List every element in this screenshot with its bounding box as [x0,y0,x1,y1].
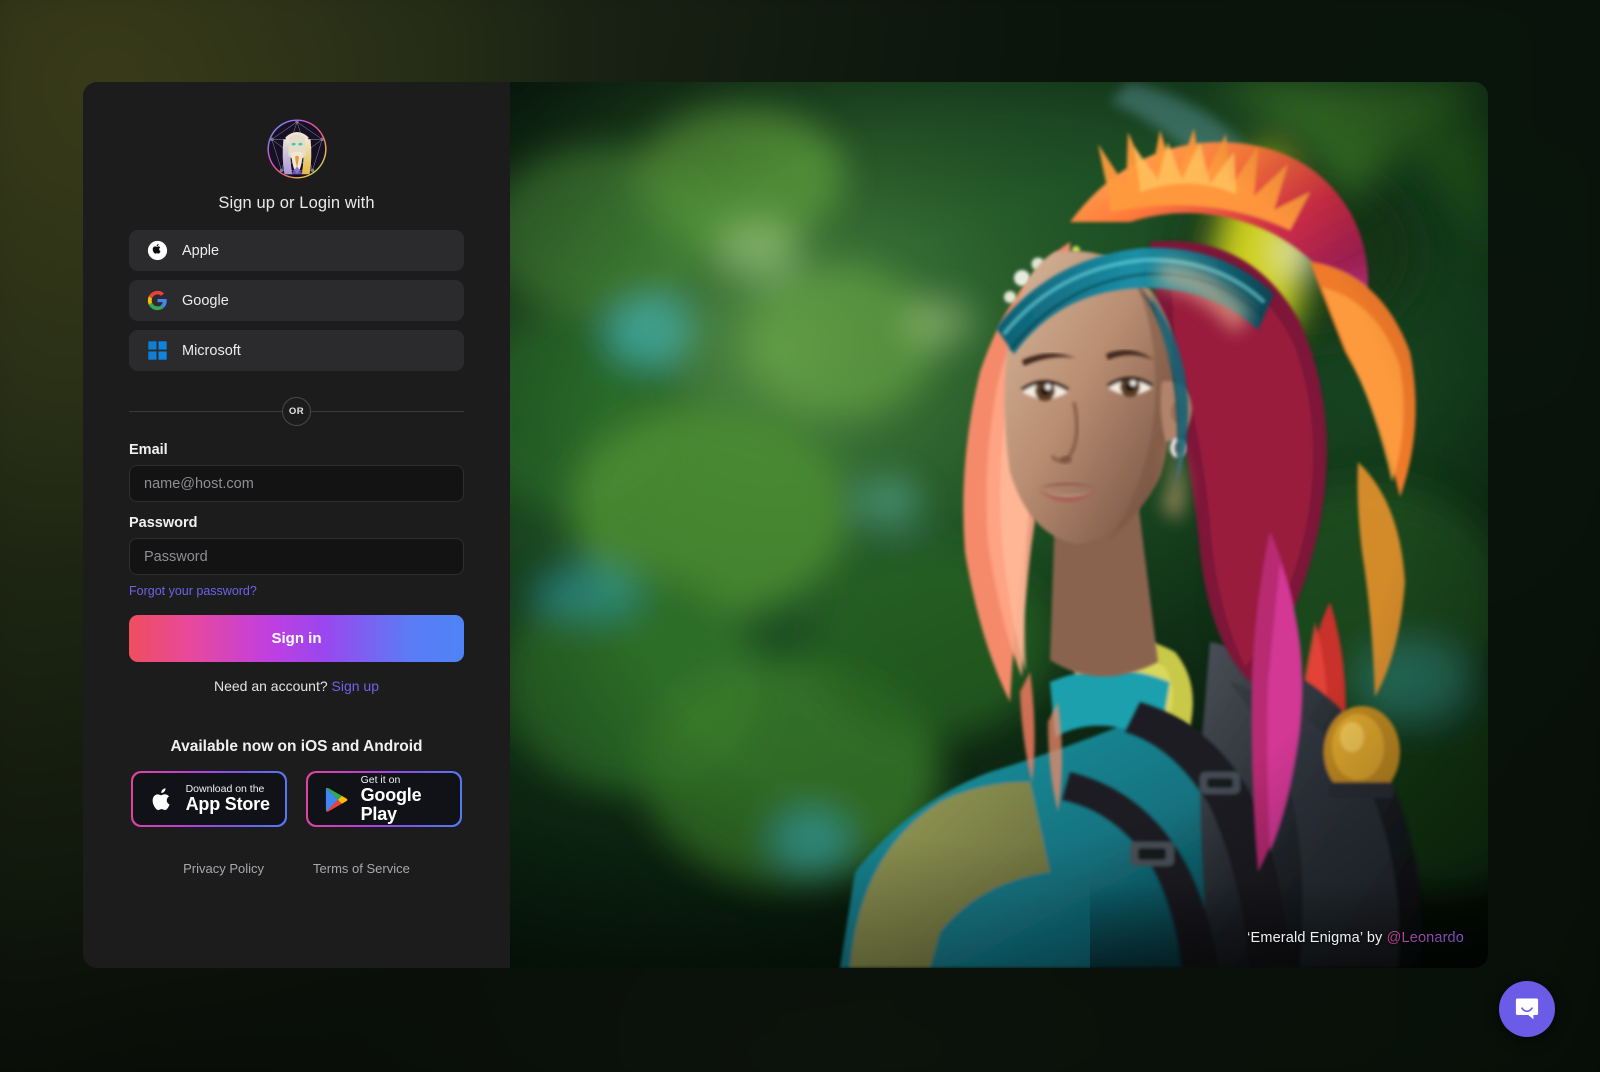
need-account-text: Need an account? [213,678,328,694]
sign-in-button[interactable]: Sign in [129,615,464,662]
app-store-badge-large-text: App Store [185,794,270,815]
hero-attribution-title: ‘Emerald Enigma’ by [1247,930,1387,946]
privacy-policy-link[interactable]: Privacy Policy [183,861,264,876]
forgot-password-link[interactable]: Forgot your password? [129,584,257,598]
hero-attribution: ‘Emerald Enigma’ by @Leonardo [1247,930,1464,946]
password-input[interactable] [129,538,464,575]
legal-links: Privacy Policy Terms of Service [183,861,410,876]
oauth-label-apple: Apple [182,242,220,259]
need-account-row: Need an account? Sign up [129,678,464,694]
oauth-button-google[interactable]: Google [129,280,464,321]
oauth-label-google: Google [182,292,229,309]
terms-of-service-link[interactable]: Terms of Service [313,861,410,876]
sign-up-link[interactable]: Sign up [332,678,379,694]
app-store-badge[interactable]: Download on the App Store [131,771,287,827]
mobile-availability-heading: Available now on iOS and Android [170,738,423,755]
hero-image: ‘Emerald Enigma’ by @Leonardo [510,82,1488,968]
email-input[interactable] [129,465,464,502]
or-divider: OR [129,396,464,426]
login-form: Email Password Forgot your password? Sig… [129,442,464,694]
oauth-provider-list: Apple Google Microsoft [129,230,464,371]
email-label: Email [129,442,168,458]
chat-bubble-icon [1515,998,1539,1020]
microsoft-icon [148,341,167,360]
leonardo-logo-icon [266,118,328,180]
auth-panel: Sign up or Login with Apple Google Micro… [83,82,510,968]
auth-card: Sign up or Login with Apple Google Micro… [83,82,1488,968]
password-label: Password [129,515,198,531]
oauth-button-microsoft[interactable]: Microsoft [129,330,464,371]
apple-icon [147,240,168,261]
google-play-badge-large-text: Google Play [360,784,422,824]
apple-icon [152,787,170,810]
divider-label: OR [282,396,311,426]
google-icon [147,290,167,311]
oauth-label-microsoft: Microsoft [182,342,241,359]
google-play-badge[interactable]: Get it on Google Play [306,771,462,827]
panel-title: Sign up or Login with [218,194,375,212]
app-store-badges: Download on the App Store Get it on Goog… [131,771,462,827]
chat-launcher-button[interactable] [1499,981,1555,1037]
hero-illustration [510,82,1488,968]
hero-attribution-handle[interactable]: @Leonardo [1387,930,1464,946]
oauth-button-apple[interactable]: Apple [129,230,464,271]
google-play-icon [325,787,347,812]
google-play-badge-small-text: Get it on [360,773,401,786]
login-page: Sign up or Login with Apple Google Micro… [0,0,1600,1072]
